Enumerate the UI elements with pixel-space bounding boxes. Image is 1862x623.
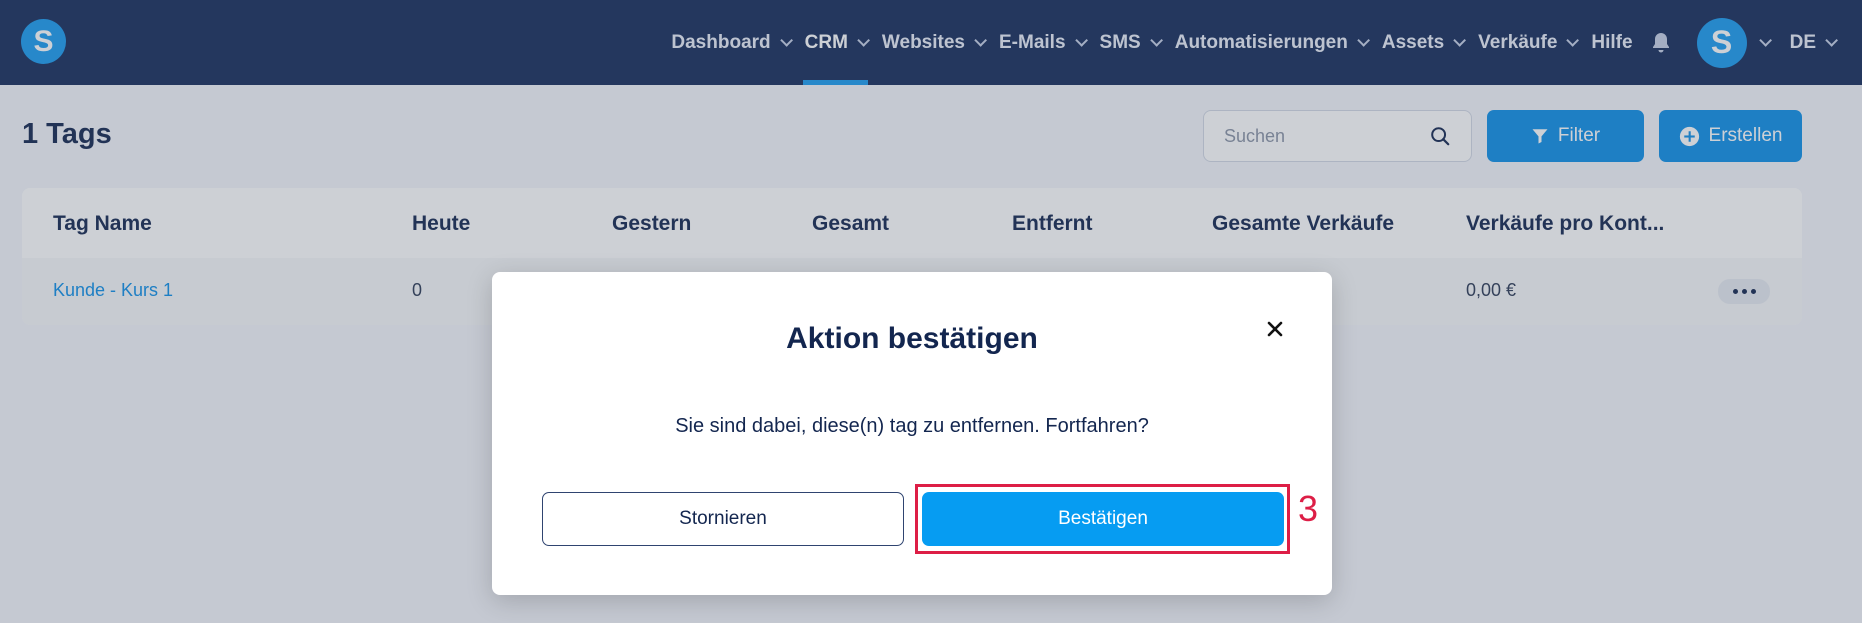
annotation-step-number: 3 — [1298, 488, 1319, 529]
annotation-highlight-box — [915, 484, 1290, 554]
close-icon[interactable] — [1266, 320, 1284, 338]
cancel-button[interactable]: Stornieren — [542, 492, 904, 546]
dialog-title: Aktion bestätigen — [786, 322, 1038, 355]
dialog-message: Sie sind dabei, diese(n) tag zu entferne… — [675, 415, 1149, 437]
cancel-button-label: Stornieren — [679, 508, 767, 529]
